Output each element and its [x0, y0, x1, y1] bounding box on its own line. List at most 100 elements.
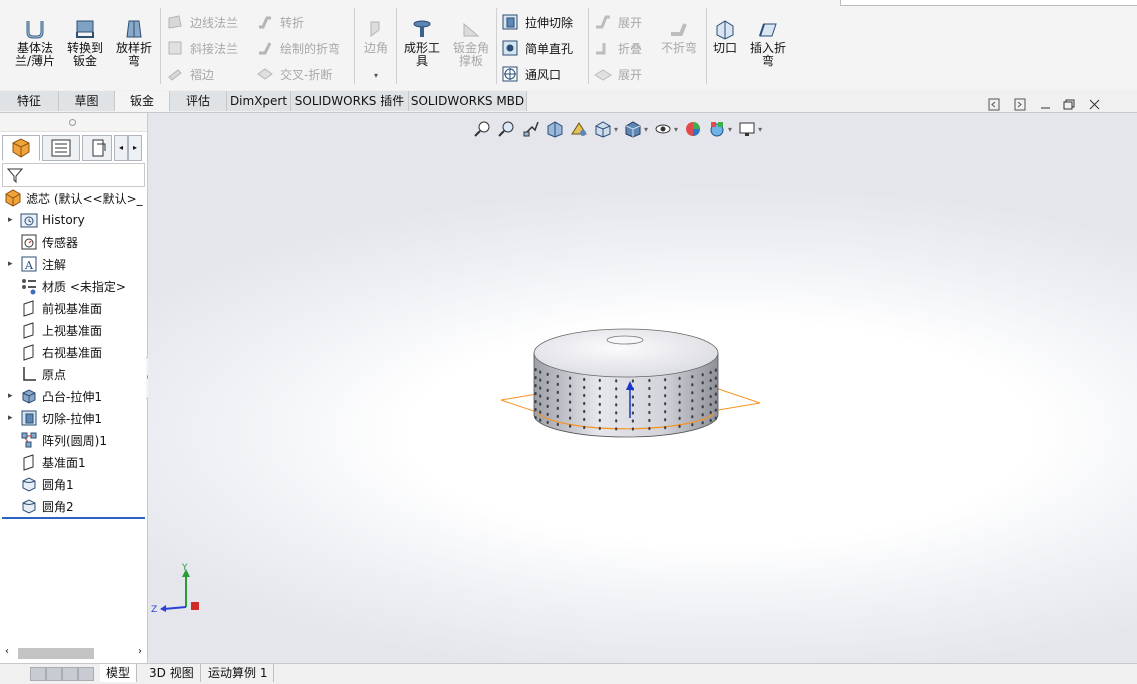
corners-button[interactable]: 边角 ▾	[358, 18, 394, 82]
restore-icon[interactable]	[1063, 99, 1075, 110]
tree-item-label: 原点	[42, 367, 67, 382]
part-center-hole[interactable]	[606, 335, 644, 345]
forming-tool-button[interactable]: 成形工 具	[400, 18, 444, 68]
pattern-hole	[556, 422, 559, 426]
fold-label: 折叠	[618, 41, 643, 56]
plane-icon	[23, 344, 34, 361]
pattern-hole	[556, 382, 559, 386]
hem-button[interactable]: 褶边	[166, 64, 214, 84]
simple-hole-button[interactable]: 简单直孔	[501, 38, 573, 58]
tile-left-icon[interactable]	[988, 98, 1000, 111]
tree-item[interactable]: 材质 <未指定>	[8, 276, 126, 296]
base-flange-button[interactable]: 基体法 兰/薄片	[12, 18, 58, 68]
tree-item[interactable]: 原点	[8, 364, 66, 384]
tile-right-icon[interactable]	[1014, 98, 1026, 111]
panel-tabs-left-arrow[interactable]: ◂	[114, 135, 128, 161]
tree-item[interactable]: ▸ History	[8, 210, 85, 230]
fold-button[interactable]: 折叠	[594, 38, 642, 58]
sketched-bend-button[interactable]: 绘制的折弯	[256, 38, 340, 58]
tree-item[interactable]: 传感器	[8, 232, 78, 252]
boss-extrude-icon	[22, 389, 36, 404]
configuration-manager-tab[interactable]	[82, 135, 112, 161]
pattern-hole	[709, 386, 712, 391]
pattern-hole	[664, 426, 667, 430]
tab-model[interactable]: 模型	[100, 664, 138, 682]
pattern-hole	[546, 420, 549, 424]
jog-button[interactable]: 转折	[256, 12, 304, 32]
tree-item[interactable]: 基准面1	[8, 452, 86, 472]
edge-flange-button[interactable]: 边线法兰	[166, 12, 238, 32]
unfold-label: 展开	[618, 15, 643, 30]
pattern-hole	[615, 403, 618, 407]
tree-root-part[interactable]: 滤芯 (默认<<默认>_	[4, 188, 143, 208]
tab-solidworks-addins[interactable]: SOLIDWORKS 插件	[291, 91, 409, 111]
pattern-hole	[569, 424, 572, 428]
tree-item[interactable]: 圆角2	[8, 496, 74, 516]
scroll-left-arrow[interactable]: ‹	[5, 646, 9, 657]
panel-tabs-right-arrow[interactable]: ▸	[128, 135, 142, 161]
pattern-hole	[709, 418, 712, 423]
tree-item[interactable]: ▸ A 注解	[8, 254, 66, 274]
tab-solidworks-mbd[interactable]: SOLIDWORKS MBD	[409, 91, 527, 111]
graphics-area[interactable]: ▾ ▾ ▾ ▾ ▾ Y Z	[148, 98, 1137, 663]
tab-3d-view[interactable]: 3D 视图	[143, 664, 201, 682]
corners-dropdown-arrow[interactable]: ▾	[358, 69, 394, 82]
first-tab-button[interactable]	[30, 667, 46, 681]
tree-item[interactable]: 圆角1	[8, 474, 74, 494]
tree-filter-field[interactable]	[2, 163, 145, 187]
panel-grip[interactable]	[0, 113, 147, 132]
scrollbar-thumb[interactable]	[18, 648, 94, 659]
sheet-metal-gusset-button[interactable]: 钣金角 撑板	[449, 18, 493, 68]
convert-to-sheet-metal-button[interactable]: 转换到 钣金	[63, 18, 107, 68]
expand-arrow-icon[interactable]: ▸	[8, 413, 20, 423]
close-window-icon[interactable]	[1089, 99, 1100, 110]
cross-break-button[interactable]: 交叉-折断	[256, 64, 332, 84]
triad-z-label: Z	[151, 605, 157, 615]
property-manager-tab[interactable]	[42, 135, 80, 161]
pattern-hole	[678, 376, 681, 380]
pattern-hole	[534, 400, 537, 404]
expand-arrow-icon[interactable]: ▸	[8, 215, 20, 225]
triad-y-label: Y	[181, 563, 188, 573]
lofted-bend-button[interactable]: 放样折 弯	[112, 18, 156, 68]
insert-bends-button[interactable]: 插入折 弯	[746, 18, 790, 68]
tree-item[interactable]: 前视基准面	[8, 298, 102, 318]
extruded-cut-button[interactable]: 拉伸切除	[501, 12, 573, 32]
pattern-hole	[691, 375, 694, 379]
tab-features[interactable]: 特征	[0, 91, 59, 111]
tab-dimxpert[interactable]: DimXpert	[227, 91, 291, 111]
pattern-hole	[534, 408, 537, 412]
tab-sketch[interactable]: 草图	[59, 91, 115, 111]
unfold-button[interactable]: 展开	[594, 12, 642, 32]
miter-flange-button[interactable]: 斜接法兰	[166, 38, 238, 58]
last-tab-button[interactable]	[78, 667, 94, 681]
convert-to-sheet-metal-label: 转换到 钣金	[66, 41, 103, 68]
feature-manager-tab[interactable]	[2, 135, 40, 161]
rip-button[interactable]: 切口	[709, 18, 741, 55]
vent-button[interactable]: 通风口	[501, 64, 561, 84]
tree-item[interactable]: 上视基准面	[8, 320, 102, 340]
scroll-right-arrow[interactable]: ›	[138, 646, 142, 657]
tree-item[interactable]: ▸ 切除-拉伸1	[8, 408, 102, 428]
tab-evaluate[interactable]: 评估	[170, 91, 227, 111]
tree-item[interactable]: 阵列(圆周)1	[8, 430, 107, 450]
tab-motion-study[interactable]: 运动算例 1	[202, 664, 275, 682]
prev-tab-button[interactable]	[46, 667, 62, 681]
tab-sheet-metal[interactable]: 钣金	[115, 91, 170, 112]
tree-item-label: 材质 <未指定>	[42, 279, 126, 294]
tree-horizontal-scrollbar[interactable]: ‹ ›	[2, 645, 145, 661]
flatten-button[interactable]: 展开	[594, 64, 642, 84]
model-render[interactable]	[148, 113, 1137, 663]
tree-item[interactable]: ▸ 凸台-拉伸1	[8, 386, 102, 406]
no-bends-button[interactable]: 不折弯	[656, 18, 702, 55]
pattern-hole	[678, 384, 681, 388]
sketched-bend-icon	[259, 42, 272, 55]
next-tab-button[interactable]	[62, 667, 78, 681]
tree-item[interactable]: 右视基准面	[8, 342, 102, 362]
material-icon	[22, 279, 36, 295]
rollback-bar[interactable]	[2, 517, 145, 519]
expand-arrow-icon[interactable]: ▸	[8, 259, 20, 269]
expand-arrow-icon[interactable]: ▸	[8, 391, 20, 401]
pattern-hole	[598, 378, 601, 382]
pattern-hole	[709, 402, 712, 407]
